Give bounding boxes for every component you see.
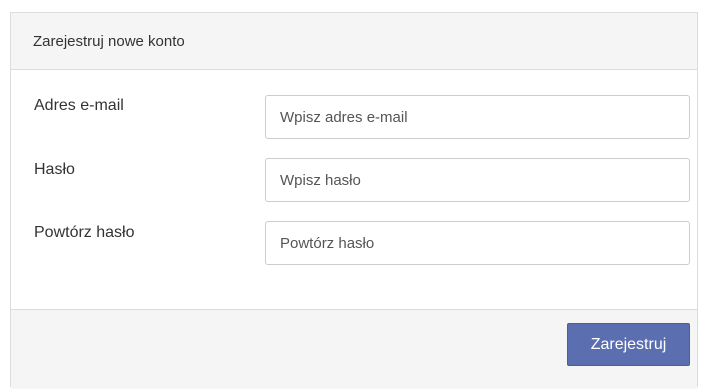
- register-button[interactable]: Zarejestruj: [567, 323, 690, 366]
- registration-form: Adres e-mail Hasło Powtórz hasło: [11, 70, 697, 309]
- panel-header: Zarejestruj nowe konto: [11, 13, 697, 70]
- panel-footer: Zarejestruj: [11, 309, 697, 389]
- password-label: Hasło: [34, 161, 75, 178]
- confirm-password-label: Powtórz hasło: [34, 224, 135, 241]
- registration-panel: Zarejestruj nowe konto Adres e-mail Hasł…: [10, 12, 698, 389]
- email-label: Adres e-mail: [34, 97, 124, 114]
- password-row: Hasło: [11, 158, 697, 202]
- panel-title: Zarejestruj nowe konto: [33, 32, 185, 50]
- confirm-password-row: Powtórz hasło: [11, 221, 697, 265]
- confirm-password-field[interactable]: [265, 221, 690, 265]
- email-field[interactable]: [265, 95, 690, 139]
- password-field[interactable]: [265, 158, 690, 202]
- email-row: Adres e-mail: [11, 95, 697, 139]
